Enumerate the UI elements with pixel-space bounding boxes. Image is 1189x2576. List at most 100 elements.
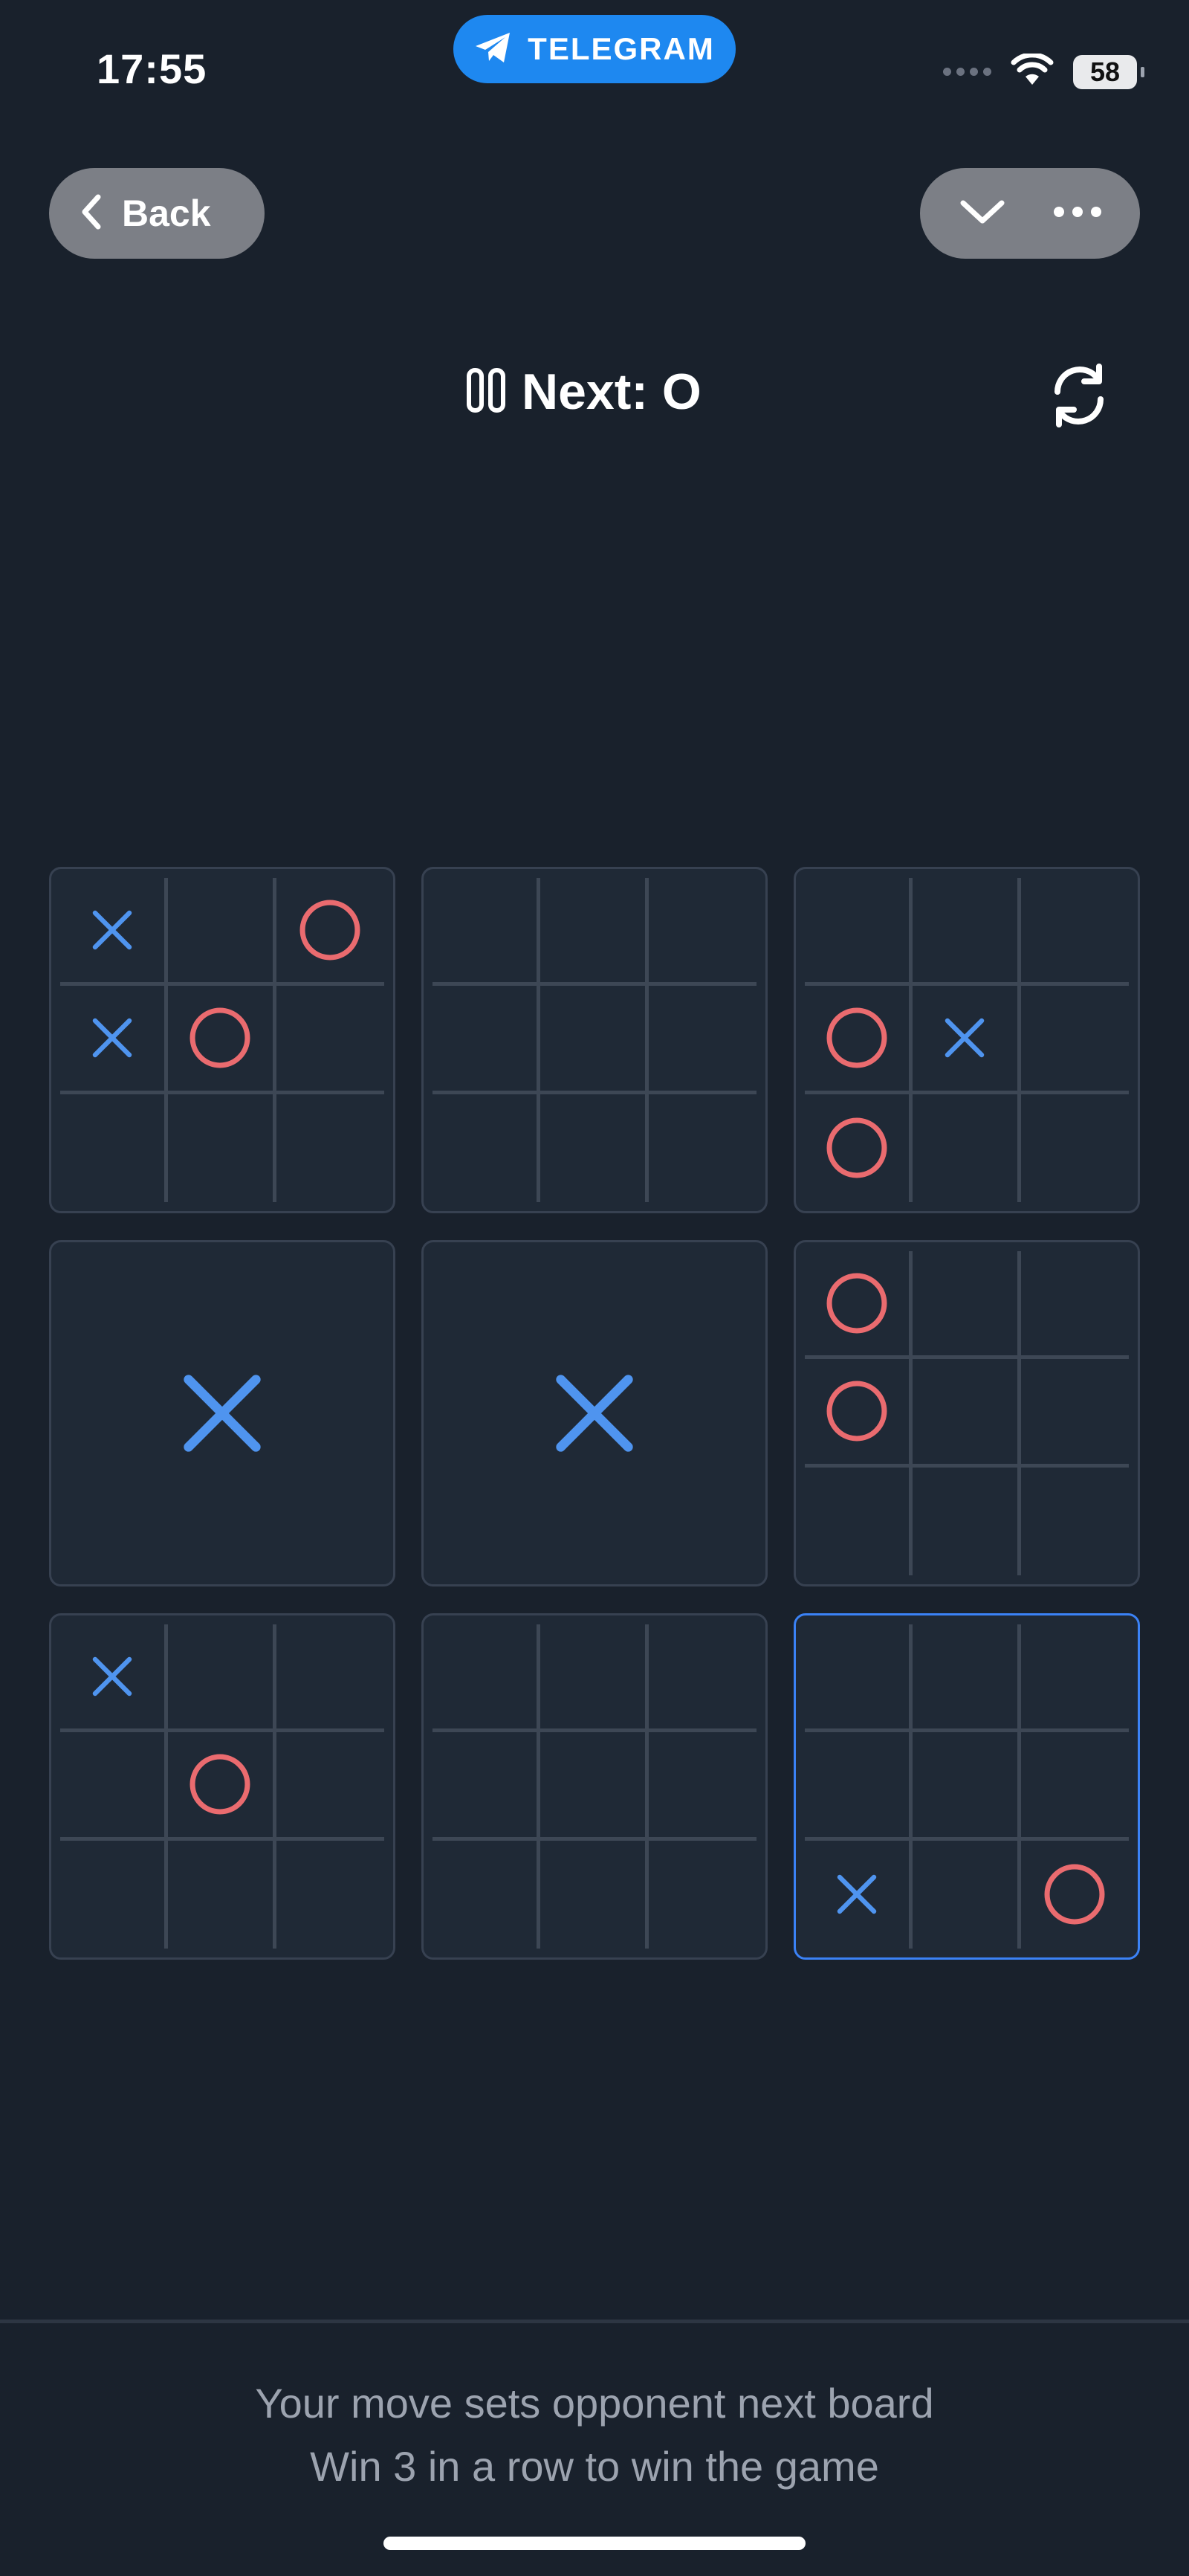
cell-8-5[interactable] (540, 1732, 649, 1841)
cell-3-1[interactable] (805, 878, 913, 987)
restart-button[interactable] (1042, 360, 1116, 434)
cell-9-5[interactable] (913, 1732, 1021, 1841)
status-time: 17:55 (97, 45, 207, 92)
cell-9-3[interactable] (1020, 1624, 1129, 1733)
cell-9-7 (805, 1840, 913, 1949)
telegram-pill[interactable]: TELEGRAM (453, 15, 736, 83)
home-indicator[interactable] (383, 2537, 806, 2550)
cell-2-7[interactable] (432, 1094, 541, 1202)
cell-3-3[interactable] (1020, 878, 1129, 987)
cell-7-9[interactable] (276, 1841, 384, 1949)
cell-3-2[interactable] (913, 878, 1021, 987)
cell-7-6[interactable] (276, 1732, 384, 1841)
pause-icon[interactable] (467, 367, 505, 416)
cell-6-6[interactable] (1020, 1359, 1129, 1468)
cell-9-4[interactable] (805, 1732, 913, 1841)
cell-7-8[interactable] (168, 1840, 276, 1949)
o-mark (826, 1381, 887, 1442)
mini-board-grid (432, 1624, 757, 1949)
mini-board-9[interactable] (794, 1613, 1140, 1960)
status-indicators: 58 (943, 52, 1144, 90)
mini-board-3[interactable] (794, 867, 1140, 1213)
win-hint: Win 3 in a row to win the game (310, 2443, 879, 2490)
cell-3-8[interactable] (913, 1094, 1021, 1202)
mini-board-2[interactable] (421, 867, 768, 1213)
cell-1-6[interactable] (276, 986, 384, 1094)
cell-2-3[interactable] (648, 878, 757, 987)
cell-1-3 (276, 878, 384, 987)
cell-1-9[interactable] (276, 1094, 384, 1202)
o-mark (299, 900, 360, 961)
cell-9-1[interactable] (805, 1624, 913, 1733)
cell-2-5[interactable] (540, 986, 649, 1094)
cell-2-8[interactable] (540, 1094, 649, 1202)
mini-board-grid (60, 1624, 384, 1949)
cell-7-3[interactable] (276, 1624, 384, 1733)
x-mark (837, 1875, 877, 1914)
cell-6-2[interactable] (913, 1251, 1021, 1360)
cell-3-9[interactable] (1021, 1094, 1129, 1202)
cell-8-6[interactable] (648, 1732, 757, 1841)
cell-1-7[interactable] (60, 1094, 169, 1202)
cell-2-2[interactable] (540, 878, 649, 987)
cell-6-8[interactable] (913, 1467, 1021, 1575)
mini-board-grid (805, 1624, 1129, 1949)
cell-9-6[interactable] (1020, 1732, 1129, 1841)
back-button[interactable]: Back (49, 168, 265, 259)
cell-6-1 (805, 1251, 913, 1360)
x-mark (92, 1019, 132, 1058)
cell-2-6[interactable] (648, 986, 757, 1094)
telegram-icon (474, 31, 513, 68)
cell-8-9[interactable] (649, 1841, 757, 1949)
cell-9-8[interactable] (913, 1840, 1021, 1949)
cell-2-1[interactable] (432, 878, 541, 987)
mini-board-7[interactable] (49, 1613, 395, 1960)
cell-8-4[interactable] (432, 1732, 541, 1841)
cell-1-5 (168, 986, 276, 1094)
wifi-icon (1011, 52, 1054, 90)
mini-board-grid (805, 1251, 1129, 1575)
cell-3-7 (805, 1094, 913, 1202)
cell-2-9[interactable] (649, 1094, 757, 1202)
cell-1-2[interactable] (168, 878, 276, 987)
mini-board-grid (805, 878, 1129, 1202)
chevron-down-icon[interactable] (959, 197, 1006, 230)
cell-9-9 (1021, 1841, 1129, 1949)
cell-6-5[interactable] (913, 1359, 1021, 1468)
cell-7-4[interactable] (60, 1732, 169, 1841)
o-mark (826, 1273, 887, 1334)
back-label: Back (122, 193, 211, 234)
next-turn-label: Next: O (522, 364, 702, 420)
mini-board-grid (432, 878, 757, 1202)
cell-8-7[interactable] (432, 1840, 541, 1949)
cell-6-7[interactable] (805, 1467, 913, 1575)
mini-board-6[interactable] (794, 1240, 1140, 1586)
mini-board-5 (421, 1240, 768, 1586)
more-dots-icon[interactable] (1053, 206, 1102, 222)
cell-2-4[interactable] (432, 986, 541, 1094)
cell-8-3[interactable] (648, 1624, 757, 1733)
battery-indicator: 58 (1073, 54, 1144, 89)
chevron-left-icon (80, 193, 103, 234)
cell-6-3[interactable] (1020, 1251, 1129, 1360)
telegram-label: TELEGRAM (528, 31, 715, 66)
cell-1-4 (60, 986, 169, 1094)
cell-7-2[interactable] (168, 1624, 276, 1733)
x-mark (92, 910, 132, 950)
cell-8-8[interactable] (540, 1840, 649, 1949)
cell-1-8[interactable] (168, 1094, 276, 1202)
mini-board-1[interactable] (49, 867, 395, 1213)
cell-6-9[interactable] (1021, 1468, 1129, 1575)
cell-3-6[interactable] (1020, 986, 1129, 1094)
mini-board-8[interactable] (421, 1613, 768, 1960)
cell-8-1[interactable] (432, 1624, 541, 1733)
board-winner-x-mark (51, 1242, 393, 1584)
o-mark (190, 1008, 250, 1068)
cell-8-2[interactable] (540, 1624, 649, 1733)
o-mark (1044, 1864, 1105, 1925)
mini-board-4 (49, 1240, 395, 1586)
cell-9-2[interactable] (913, 1624, 1021, 1733)
board-winner-x-mark (424, 1242, 765, 1584)
cell-7-5 (168, 1732, 276, 1841)
cell-7-7[interactable] (60, 1840, 169, 1949)
